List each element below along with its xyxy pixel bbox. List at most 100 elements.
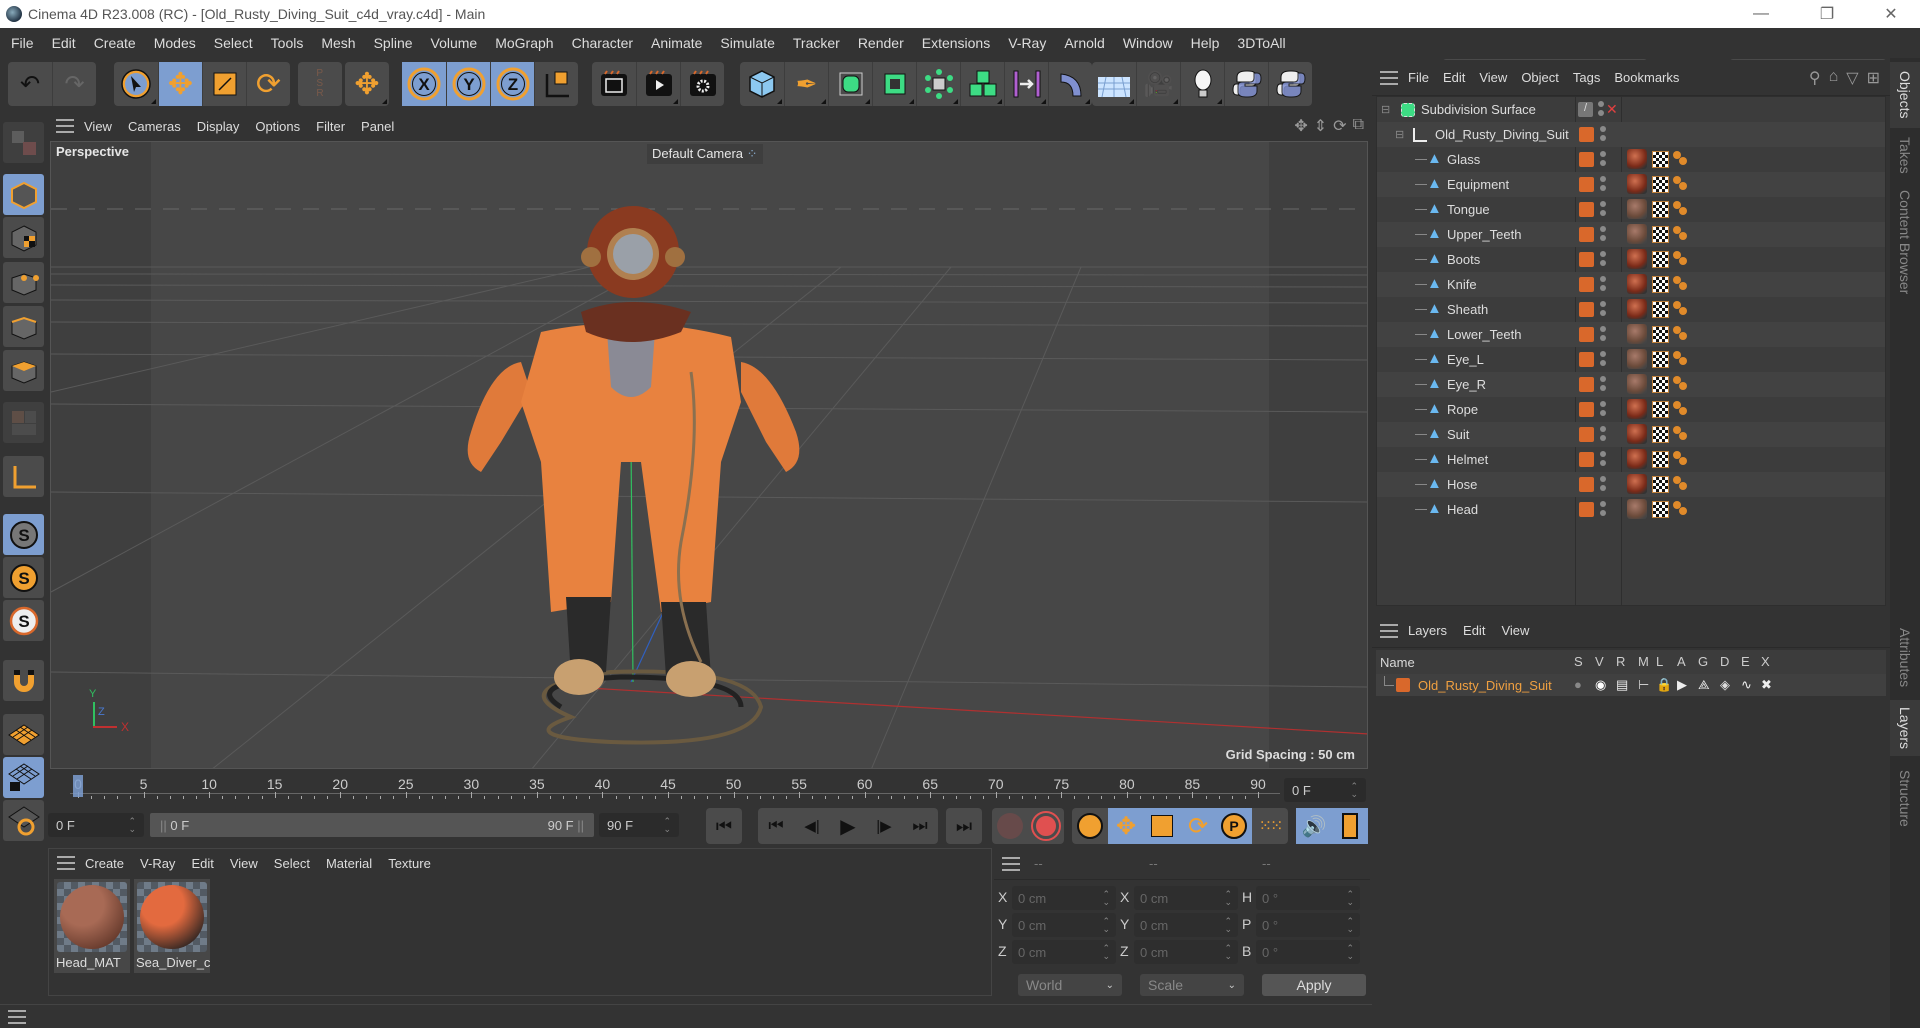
object-row-lower-teeth[interactable]: ▲ Lower_Teeth xyxy=(1377,322,1885,347)
layer-visible-icon[interactable]: ◉ xyxy=(1595,677,1606,693)
menu-volume[interactable]: Volume xyxy=(422,35,487,51)
layer-solo-icon[interactable]: ● xyxy=(1574,677,1582,692)
spinner-icon[interactable]: ⌃ ⌄ xyxy=(1224,890,1232,907)
column-a[interactable]: A xyxy=(1677,654,1686,669)
move-tool-button[interactable]: ✥ xyxy=(158,62,202,106)
tab-takes[interactable]: Takes xyxy=(1890,130,1920,180)
point-mode-button[interactable] xyxy=(3,262,44,303)
tab-content-browser[interactable]: Content Browser xyxy=(1890,182,1920,302)
visibility-dots-icon[interactable] xyxy=(1600,201,1606,219)
spinner-icon[interactable]: ⌃ ⌄ xyxy=(1346,890,1354,907)
go-to-start-button[interactable]: ⏮ xyxy=(706,808,742,844)
render-settings-button[interactable] xyxy=(680,62,724,106)
array-button[interactable] xyxy=(916,62,960,106)
apply-button[interactable]: Apply xyxy=(1262,974,1366,996)
material-menu-create[interactable]: Create xyxy=(85,856,140,871)
object-row-knife[interactable]: ▲ Knife xyxy=(1377,272,1885,297)
visibility-dots-icon[interactable] xyxy=(1600,151,1606,169)
current-frame-field[interactable]: 0 F ⌃ ⌄ xyxy=(48,813,144,837)
rotate-tool-button[interactable]: ⟳ xyxy=(246,62,290,106)
material-tag-icon[interactable] xyxy=(1627,299,1647,319)
layer-lock-icon[interactable]: 🔒 xyxy=(1656,677,1672,693)
visibility-dots-icon[interactable] xyxy=(1600,401,1606,419)
render-picture-viewer-button[interactable] xyxy=(636,62,680,106)
snap-button[interactable] xyxy=(3,660,44,701)
layer-color-swatch[interactable] xyxy=(1579,127,1594,142)
end-frame-field[interactable]: 90 F ⌃ ⌄ xyxy=(599,813,679,837)
column-s[interactable]: S xyxy=(1574,654,1583,669)
y-axis-lock-button[interactable]: Y xyxy=(446,62,490,106)
object-row-eye-r[interactable]: ▲ Eye_R xyxy=(1377,372,1885,397)
material-tag-icon[interactable] xyxy=(1627,349,1647,369)
live-move-button[interactable]: ✥ xyxy=(345,62,389,106)
visibility-dots-icon[interactable] xyxy=(1600,251,1606,269)
parameter-key-button[interactable]: P xyxy=(1216,808,1252,844)
layer-color-swatch[interactable] xyxy=(1579,427,1594,442)
sound-button[interactable]: 🔊 xyxy=(1296,808,1332,844)
material-tag-icon[interactable] xyxy=(1627,174,1647,194)
object-row-sheath[interactable]: ▲ Sheath xyxy=(1377,297,1885,322)
hamburger-icon[interactable] xyxy=(57,856,75,870)
next-key-button[interactable]: ⏭ xyxy=(902,808,938,844)
object-row-subdivision-surface[interactable]: ⊟ Subdivision Surface / ✕ xyxy=(1377,97,1885,122)
3d-viewport[interactable]: Perspective Default Camera ⁘ Y Z X Grid … xyxy=(50,141,1368,769)
menu-modes[interactable]: Modes xyxy=(145,35,205,51)
menu-tracker[interactable]: Tracker xyxy=(784,35,849,51)
material-tag-icon[interactable] xyxy=(1627,474,1647,494)
layer-color-swatch[interactable] xyxy=(1396,678,1410,692)
phong-tag-icon[interactable] xyxy=(1673,426,1689,442)
material-sea-diver[interactable]: Sea_Diver_c xyxy=(134,879,210,973)
timeline-button[interactable] xyxy=(1332,808,1368,844)
dolly-icon[interactable]: ⇕ xyxy=(1314,116,1327,136)
visibility-dots-icon[interactable] xyxy=(1600,501,1606,519)
object-menu-tags[interactable]: Tags xyxy=(1573,70,1614,85)
material-menu-edit[interactable]: Edit xyxy=(191,856,229,871)
phong-tag-icon[interactable] xyxy=(1673,401,1689,417)
uv-mode-button[interactable] xyxy=(3,402,44,443)
object-row-head[interactable]: ▲ Head xyxy=(1377,497,1885,522)
layer-manager-icon[interactable]: ⊢ xyxy=(1638,677,1649,693)
selection-tool-button[interactable] xyxy=(114,62,158,106)
material-tag-icon[interactable] xyxy=(1627,449,1647,469)
visibility-dots-icon[interactable] xyxy=(1600,176,1606,194)
column-e[interactable]: E xyxy=(1741,654,1750,669)
menu-mograph[interactable]: MoGraph xyxy=(486,35,562,51)
object-row-old-rusty-diving-suit[interactable]: ⊟ Old_Rusty_Diving_Suit xyxy=(1377,122,1885,147)
coordinate-space-select[interactable]: World ⌄ xyxy=(1018,974,1122,996)
search-icon[interactable]: ⚲ xyxy=(1809,68,1821,88)
uvw-tag-icon[interactable] xyxy=(1652,251,1669,268)
material-tag-icon[interactable] xyxy=(1627,399,1647,419)
menu-create[interactable]: Create xyxy=(85,35,145,51)
layer-color-swatch[interactable] xyxy=(1579,502,1594,517)
floor-button[interactable] xyxy=(1092,62,1136,106)
visibility-dots-icon[interactable] xyxy=(1600,226,1606,244)
solo-hierarchy-button[interactable]: S xyxy=(3,600,44,641)
cloner-button[interactable] xyxy=(960,62,1004,106)
material-tag-icon[interactable] xyxy=(1627,224,1647,244)
position-z-field[interactable]: 0 cm ⌃ ⌄ xyxy=(1012,940,1116,964)
menu-window[interactable]: Window xyxy=(1114,35,1182,51)
layer-render-icon[interactable]: ▤ xyxy=(1616,677,1628,693)
keyframe-selection-button[interactable] xyxy=(1072,808,1108,844)
layer-name[interactable]: Old_Rusty_Diving_Suit xyxy=(1418,678,1552,693)
menu-v-ray[interactable]: V-Ray xyxy=(999,35,1055,51)
size-z-field[interactable]: 0 cm ⌃ ⌄ xyxy=(1134,940,1238,964)
material-menu-view[interactable]: View xyxy=(230,856,274,871)
uvw-tag-icon[interactable] xyxy=(1652,201,1669,218)
menu-mesh[interactable]: Mesh xyxy=(312,35,364,51)
workplane-button[interactable] xyxy=(3,714,44,755)
object-row-suit[interactable]: ▲ Suit xyxy=(1377,422,1885,447)
solo-off-button[interactable]: S xyxy=(3,514,44,555)
rotation-p-field[interactable]: 0 ° ⌃ ⌄ xyxy=(1256,913,1360,937)
subdivision-surface-button[interactable] xyxy=(828,62,872,106)
rotation-h-field[interactable]: 0 ° ⌃ ⌄ xyxy=(1256,886,1360,910)
object-row-helmet[interactable]: ▲ Helmet xyxy=(1377,447,1885,472)
camera-label[interactable]: Default Camera ⁘ xyxy=(647,144,763,164)
uvw-tag-icon[interactable] xyxy=(1652,301,1669,318)
visibility-dots-icon[interactable] xyxy=(1600,301,1606,319)
material-tag-icon[interactable] xyxy=(1627,424,1647,444)
axis-mode-button[interactable] xyxy=(3,456,44,497)
phong-tag-icon[interactable] xyxy=(1673,451,1689,467)
spinner-icon[interactable]: ⌃ ⌄ xyxy=(128,817,136,834)
layer-expressions-icon[interactable]: ∿ xyxy=(1741,677,1752,693)
